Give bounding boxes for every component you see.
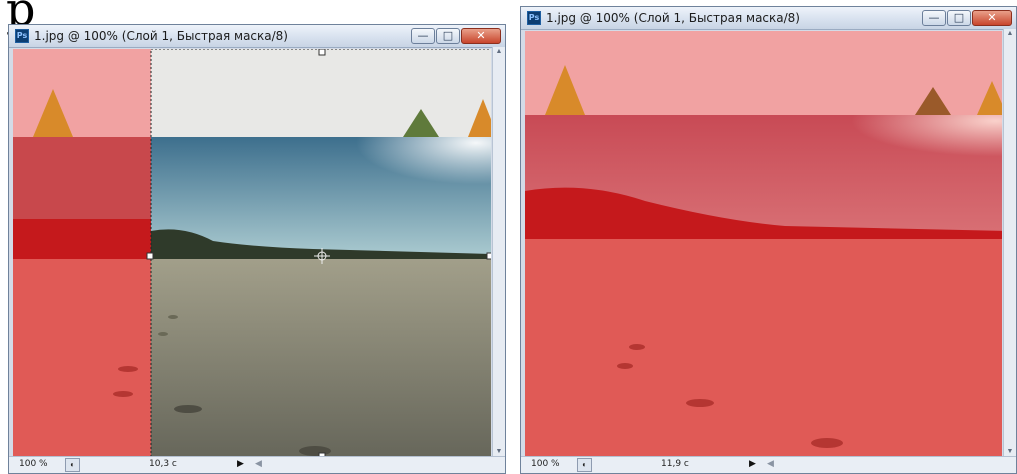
maximize-icon: □: [953, 11, 965, 24]
status-bar: 100 % ◐ 11,9 с ▶ ◀: [521, 456, 1016, 473]
scroll-up-icon[interactable]: ▲: [493, 47, 505, 57]
document-window-left[interactable]: Ps 1.jpg @ 100% (Слой 1, Быстрая маска/8…: [8, 24, 506, 474]
photoshop-icon: Ps: [527, 11, 541, 25]
status-info: 10,3 с: [149, 459, 177, 469]
canvas-image: [13, 49, 491, 457]
image-canvas[interactable]: [13, 49, 491, 457]
close-button[interactable]: ✕: [461, 28, 501, 44]
close-icon: ✕: [476, 29, 486, 42]
minimize-icon: —: [417, 29, 429, 42]
minimize-button[interactable]: —: [411, 28, 435, 44]
status-menu-arrow-icon[interactable]: ▶: [749, 458, 756, 469]
close-icon: ✕: [987, 11, 997, 24]
vertical-scrollbar[interactable]: ▲ ▼: [492, 47, 505, 457]
zoom-level[interactable]: 100 %: [531, 459, 560, 469]
status-bar: 100 % ◐ 10,3 с ▶ ◀: [9, 456, 505, 473]
window-title: 1.jpg @ 100% (Слой 1, Быстрая маска/8): [34, 29, 288, 43]
minimize-icon: —: [928, 11, 940, 24]
maximize-button[interactable]: □: [436, 28, 460, 44]
scroll-left-icon[interactable]: ◀: [767, 458, 774, 469]
status-menu-icon[interactable]: ◐: [577, 458, 592, 472]
status-menu-arrow-icon[interactable]: ▶: [237, 458, 244, 469]
image-canvas[interactable]: [525, 31, 1002, 457]
window-title: 1.jpg @ 100% (Слой 1, Быстрая маска/8): [546, 11, 800, 25]
close-button[interactable]: ✕: [972, 10, 1012, 26]
window-titlebar[interactable]: Ps 1.jpg @ 100% (Слой 1, Быстрая маска/8…: [9, 25, 505, 48]
status-menu-icon[interactable]: ◐: [65, 458, 80, 472]
canvas-image: [525, 31, 1002, 457]
scroll-left-icon[interactable]: ◀: [255, 458, 262, 469]
zoom-level[interactable]: 100 %: [19, 459, 48, 469]
scroll-up-icon[interactable]: ▲: [1004, 29, 1016, 39]
minimize-button[interactable]: —: [922, 10, 946, 26]
vertical-scrollbar[interactable]: ▲ ▼: [1003, 29, 1016, 457]
document-window-right[interactable]: Ps 1.jpg @ 100% (Слой 1, Быстрая маска/8…: [520, 6, 1017, 474]
window-titlebar[interactable]: Ps 1.jpg @ 100% (Слой 1, Быстрая маска/8…: [521, 7, 1016, 30]
status-info: 11,9 с: [661, 459, 689, 469]
maximize-icon: □: [442, 29, 454, 42]
photoshop-icon: Ps: [15, 29, 29, 43]
maximize-button[interactable]: □: [947, 10, 971, 26]
